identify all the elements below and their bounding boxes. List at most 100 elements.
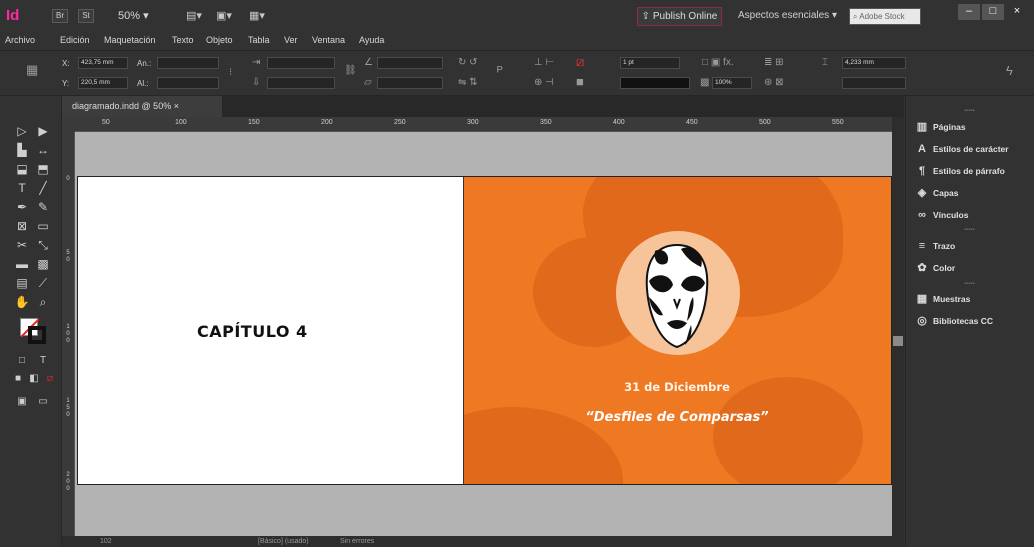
publish-online-button[interactable]: ⇪ Publish Online xyxy=(637,7,722,26)
rotation-field[interactable] xyxy=(377,57,443,69)
shear-field[interactable] xyxy=(377,77,443,89)
arrange-documents-icon[interactable]: ▦▾ xyxy=(249,8,275,24)
stroke-weight-field[interactable]: 1 pt xyxy=(620,57,680,69)
text-wrap-icon[interactable]: ≣ ⊞ xyxy=(764,57,784,69)
screen-mode-icon[interactable]: ▣▾ xyxy=(216,8,242,24)
scale-y-field[interactable] xyxy=(267,77,335,89)
rotate-cw-icon[interactable]: ↻ ↺ xyxy=(458,57,478,69)
stroke-color-swatch[interactable] xyxy=(28,326,46,344)
chapter-heading[interactable]: CAPÍTULO 4 xyxy=(197,322,337,342)
vertical-scroll-thumb[interactable] xyxy=(893,336,903,346)
horizontal-scrollbar[interactable] xyxy=(62,536,904,547)
stroke-swatch-icon[interactable]: ■ xyxy=(576,75,584,88)
page-number-field[interactable]: 102 xyxy=(100,537,112,546)
panel-character-styles[interactable]: A Estilos de carácter xyxy=(905,139,1034,159)
zoom-tool-icon[interactable]: ⌕ xyxy=(33,293,53,311)
shear-icon[interactable]: ▱ xyxy=(364,77,372,89)
frame-fitting-icon[interactable]: □ ▣ fx. xyxy=(702,57,734,69)
fill-swatch-icon[interactable]: ⧄ xyxy=(576,55,584,68)
minimize-button[interactable]: – xyxy=(958,4,980,20)
vertical-ruler[interactable]: 0 5 0 1 0 0 1 5 0 2 0 0 xyxy=(62,132,75,536)
free-transform-tool-icon[interactable]: ⤡ xyxy=(33,236,53,254)
formatting-text-icon[interactable]: T xyxy=(33,352,53,370)
selection-p-icon[interactable]: ᴾ xyxy=(497,64,503,78)
panel-grip[interactable]: ▪▪▪▪▪ xyxy=(905,281,1034,287)
bridge-button[interactable]: Br xyxy=(52,9,68,23)
vertical-scrollbar[interactable] xyxy=(892,117,904,536)
distribute-icon[interactable]: ⊕ ⊣ xyxy=(534,77,554,89)
apply-none-icon[interactable]: ⧄ xyxy=(40,370,60,388)
panel-color[interactable]: ✿ Color xyxy=(905,258,1034,278)
menu-maquetacion[interactable]: Maquetación xyxy=(104,34,156,47)
panel-grip[interactable]: ▪▪▪▪▪ xyxy=(905,227,1034,233)
ruler-origin[interactable] xyxy=(62,117,75,132)
menu-tabla[interactable]: Tabla xyxy=(248,34,270,47)
view-options-icon[interactable]: ▤▾ xyxy=(186,8,212,24)
menu-objeto[interactable]: Objeto xyxy=(206,34,233,47)
scale-y-icon[interactable]: ⇩ xyxy=(252,77,260,89)
pencil-tool-icon[interactable]: ✎ xyxy=(33,198,53,216)
eyedropper-tool-icon[interactable]: ⟋ xyxy=(33,274,53,292)
menu-texto[interactable]: Texto xyxy=(172,34,194,47)
menu-ventana[interactable]: Ventana xyxy=(312,34,345,47)
master-page-field[interactable]: [Básico] (usado) xyxy=(258,537,309,546)
close-button[interactable]: × xyxy=(1006,4,1028,20)
quick-apply-icon[interactable]: ϟ xyxy=(1006,64,1013,77)
y-position-field[interactable]: 220,5 mm xyxy=(78,77,128,89)
content-collector-icon[interactable]: ⬓ xyxy=(12,160,32,178)
horizontal-ruler[interactable]: 50 100 150 200 250 300 350 400 450 500 5… xyxy=(75,117,904,132)
rotate-icon[interactable]: ∠ xyxy=(364,57,373,69)
constrain-proportions-icon[interactable]: ⁝ xyxy=(229,67,232,79)
panel-cc-libraries[interactable]: ◎ Bibliotecas CC xyxy=(905,311,1034,331)
gradient-feather-tool-icon[interactable]: ▩ xyxy=(33,255,53,273)
page-tool-icon[interactable]: ▙ xyxy=(12,141,32,159)
constrain-scale-icon[interactable]: ⛓ xyxy=(344,65,357,77)
carnival-mask-icon[interactable] xyxy=(641,241,713,353)
effects-icon[interactable]: ⊛ ⊠ xyxy=(764,77,784,89)
hand-tool-icon[interactable]: ✋ xyxy=(12,293,32,311)
maximize-button[interactable]: □ xyxy=(982,4,1004,20)
content-placer-icon[interactable]: ⬒ xyxy=(33,160,53,178)
reference-point-icon[interactable]: ▦ xyxy=(26,63,38,76)
document-tab[interactable]: diagramado.indd @ 50% × xyxy=(62,96,222,117)
stock-button[interactable]: St xyxy=(78,9,94,23)
menu-ver[interactable]: Ver xyxy=(284,34,298,47)
note-tool-icon[interactable]: ▤ xyxy=(12,274,32,292)
panel-pages[interactable]: ▥ Páginas xyxy=(905,117,1034,137)
menu-ayuda[interactable]: Ayuda xyxy=(359,34,384,47)
scale-x-field[interactable] xyxy=(267,57,335,69)
menu-archivo[interactable]: Archivo xyxy=(5,34,35,47)
panel-stroke[interactable]: ≡ Trazo xyxy=(905,236,1034,256)
event-date[interactable]: 31 de Diciembre xyxy=(463,380,891,394)
formatting-container-icon[interactable]: □ xyxy=(12,352,32,370)
normal-view-icon[interactable]: ▣ xyxy=(12,393,32,411)
scale-x-icon[interactable]: ⇥ xyxy=(252,57,260,69)
panel-links[interactable]: ∞ Vínculos xyxy=(905,205,1034,225)
gap-tool-icon[interactable]: ↔ xyxy=(33,141,53,159)
flip-icon[interactable]: ⇋ ⇅ xyxy=(458,77,478,89)
column-field[interactable] xyxy=(842,77,906,89)
panel-grip[interactable]: ▪▪▪▪▪ xyxy=(905,108,1034,114)
preview-mode-icon[interactable]: ▭ xyxy=(33,393,53,411)
height-field[interactable] xyxy=(157,77,219,89)
type-tool-icon[interactable]: T xyxy=(12,179,32,197)
x-position-field[interactable]: 423,75 mm xyxy=(78,57,128,69)
align-icon[interactable]: ⊥ ⊢ xyxy=(534,57,554,69)
opacity-field[interactable]: 100% xyxy=(712,77,752,89)
pen-tool-icon[interactable]: ✒ xyxy=(12,198,32,216)
panel-paragraph-styles[interactable]: ¶ Estilos de párrafo xyxy=(905,161,1034,181)
gap-field[interactable]: 4,233 mm xyxy=(842,57,906,69)
preflight-status[interactable]: Sin errores xyxy=(340,537,374,546)
workspace-dropdown[interactable]: Aspectos esenciales ▾ xyxy=(738,9,837,23)
panel-swatches[interactable]: ▦ Muestras xyxy=(905,289,1034,309)
scissors-tool-icon[interactable]: ✂ xyxy=(12,236,32,254)
event-title[interactable]: “Desfiles de Comparsas” xyxy=(463,410,891,426)
stroke-type-dropdown[interactable] xyxy=(620,77,690,89)
rectangle-frame-tool-icon[interactable]: ⊠ xyxy=(12,217,32,235)
width-field[interactable] xyxy=(157,57,219,69)
rectangle-tool-icon[interactable]: ▭ xyxy=(33,217,53,235)
zoom-dropdown[interactable]: 50% ▾ xyxy=(118,9,149,23)
panel-layers[interactable]: ◈ Capas xyxy=(905,183,1034,203)
direct-selection-tool-icon[interactable]: ▶ xyxy=(33,122,53,140)
stock-search-input[interactable]: ⌕ Adobe Stock xyxy=(849,8,921,25)
